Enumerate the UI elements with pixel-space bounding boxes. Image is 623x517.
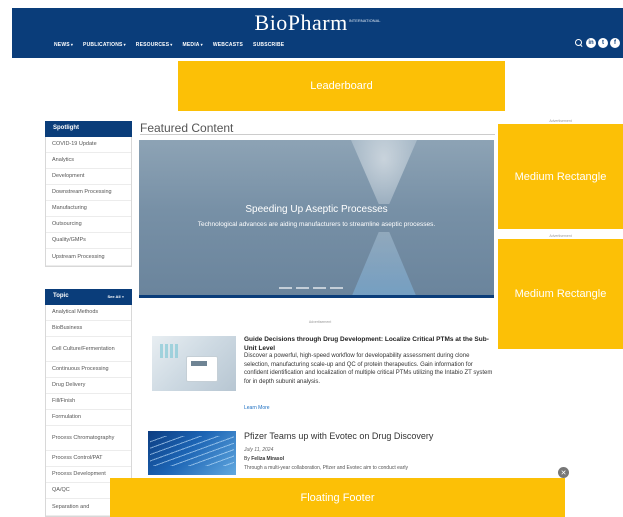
article-summary: Through a multi-year collaboration, Pfiz… [244,465,408,471]
featured-heading: Featured Content [140,121,234,135]
chevron-down-icon: ▾ [123,42,126,47]
floating-footer-ad[interactable]: Floating Footer [110,478,565,517]
see-all-link[interactable]: See All » [107,294,124,299]
carousel-indicators [279,287,343,289]
sidebar-item[interactable]: Outsourcing [46,217,131,233]
sidebar-item[interactable]: Process Control/PAT [46,451,131,467]
carousel-dot[interactable] [330,287,343,289]
sidebar-item[interactable]: Formulation [46,410,131,426]
article-date: July 11, 2024 [244,447,274,453]
carousel-dot[interactable] [279,287,292,289]
sidebar-item[interactable]: Cell Culture/Fermentation [46,337,131,362]
topic-heading: Topic See All » [45,289,132,305]
leaderboard-ad[interactable]: Leaderboard [178,61,505,111]
topic-title: Topic [53,293,69,299]
medium-rectangle-ad-2[interactable]: Medium Rectangle [498,239,623,349]
sidebar-item[interactable]: Fill/Finish [46,394,131,410]
logo-superscript: INTERNATIONAL [348,18,381,23]
main-nav: NEWS▾ PUBLICATIONS▾ RESOURCES▾ MEDIA▾ WEBCAS… [54,42,284,48]
chevron-down-icon: ▾ [200,42,203,47]
ad-caption: Advertisement [308,320,332,324]
article-title[interactable]: Guide Decisions through Drug Development… [244,336,496,353]
sidebar-item[interactable]: Drug Delivery [46,378,131,394]
ad-caption: Advertisement [549,234,572,238]
spotlight-heading: Spotlight [45,121,132,137]
vials-graphic [160,344,180,358]
nav-item-media[interactable]: MEDIA▾ [182,42,202,48]
header-icons: in t f [574,38,620,48]
search-icon[interactable] [574,38,584,48]
divider [140,134,495,135]
close-icon[interactable]: ✕ [558,467,569,478]
linkedin-icon[interactable]: in [586,38,596,48]
spotlight-list: COVID-19 Update Analytics Development Downs… [45,137,132,267]
facebook-icon[interactable]: f [610,38,620,48]
nav-item-webcasts[interactable]: WEBCASTS [213,42,243,48]
hero-carousel[interactable]: Speeding Up Aseptic Processes Technologi… [139,140,494,298]
sidebar-item[interactable]: Development [46,169,131,185]
carousel-dot[interactable] [313,287,326,289]
chevron-down-icon: ▾ [170,42,173,47]
hero-subtitle: Technological advances are aiding manufa… [197,221,436,228]
hourglass-image-bottom [351,232,417,298]
sidebar-item[interactable]: Analytics [46,153,131,169]
sidebar-item[interactable]: Analytical Methods [46,305,131,321]
carousel-dot[interactable] [296,287,309,289]
hourglass-image [351,140,417,204]
article-summary: Discover a powerful, high-speed workflow… [244,353,493,385]
site-logo[interactable]: BioPharmINTERNATIONAL [12,10,623,36]
ad-caption: Advertisement [549,119,572,123]
site-header: BioPharmINTERNATIONAL NEWS▾ PUBLICATIONS▾… [12,8,623,58]
nav-item-subscribe[interactable]: SUBSCRIBE [253,42,284,48]
article-title[interactable]: Pfizer Teams up with Evotec on Drug Disc… [244,431,433,441]
nav-item-publications[interactable]: PUBLICATIONS▾ [83,42,126,48]
chevron-down-icon: ▾ [70,42,74,47]
sidebar-item[interactable]: Process Chromatography [46,426,131,451]
nav-item-resources[interactable]: RESOURCES▾ [136,42,173,48]
sidebar-item[interactable]: COVID-19 Update [46,137,131,153]
sidebar-item[interactable]: Manufacturing [46,201,131,217]
sidebar-item[interactable]: Continuous Processing [46,362,131,378]
divider [139,295,494,298]
twitter-icon[interactable]: t [598,38,608,48]
hero-title[interactable]: Speeding Up Aseptic Processes [139,204,494,215]
sidebar-item[interactable]: Downstream Processing [46,185,131,201]
sidebar-item[interactable]: Quality/GMPs [46,233,131,249]
nav-item-news[interactable]: NEWS▾ [54,42,73,48]
medium-rectangle-ad-1[interactable]: Medium Rectangle [498,124,623,229]
spotlight-panel: Spotlight COVID-19 Update Analytics Develo… [45,121,132,267]
instrument-graphic [186,356,218,382]
article-author: By Feliza Mirasol [244,456,285,462]
sidebar-item[interactable]: BioBusiness [46,321,131,337]
dna-graphic [150,436,234,466]
learn-more-link[interactable]: Learn More [244,405,270,411]
sidebar-item[interactable]: Upstream Processing [46,249,131,266]
